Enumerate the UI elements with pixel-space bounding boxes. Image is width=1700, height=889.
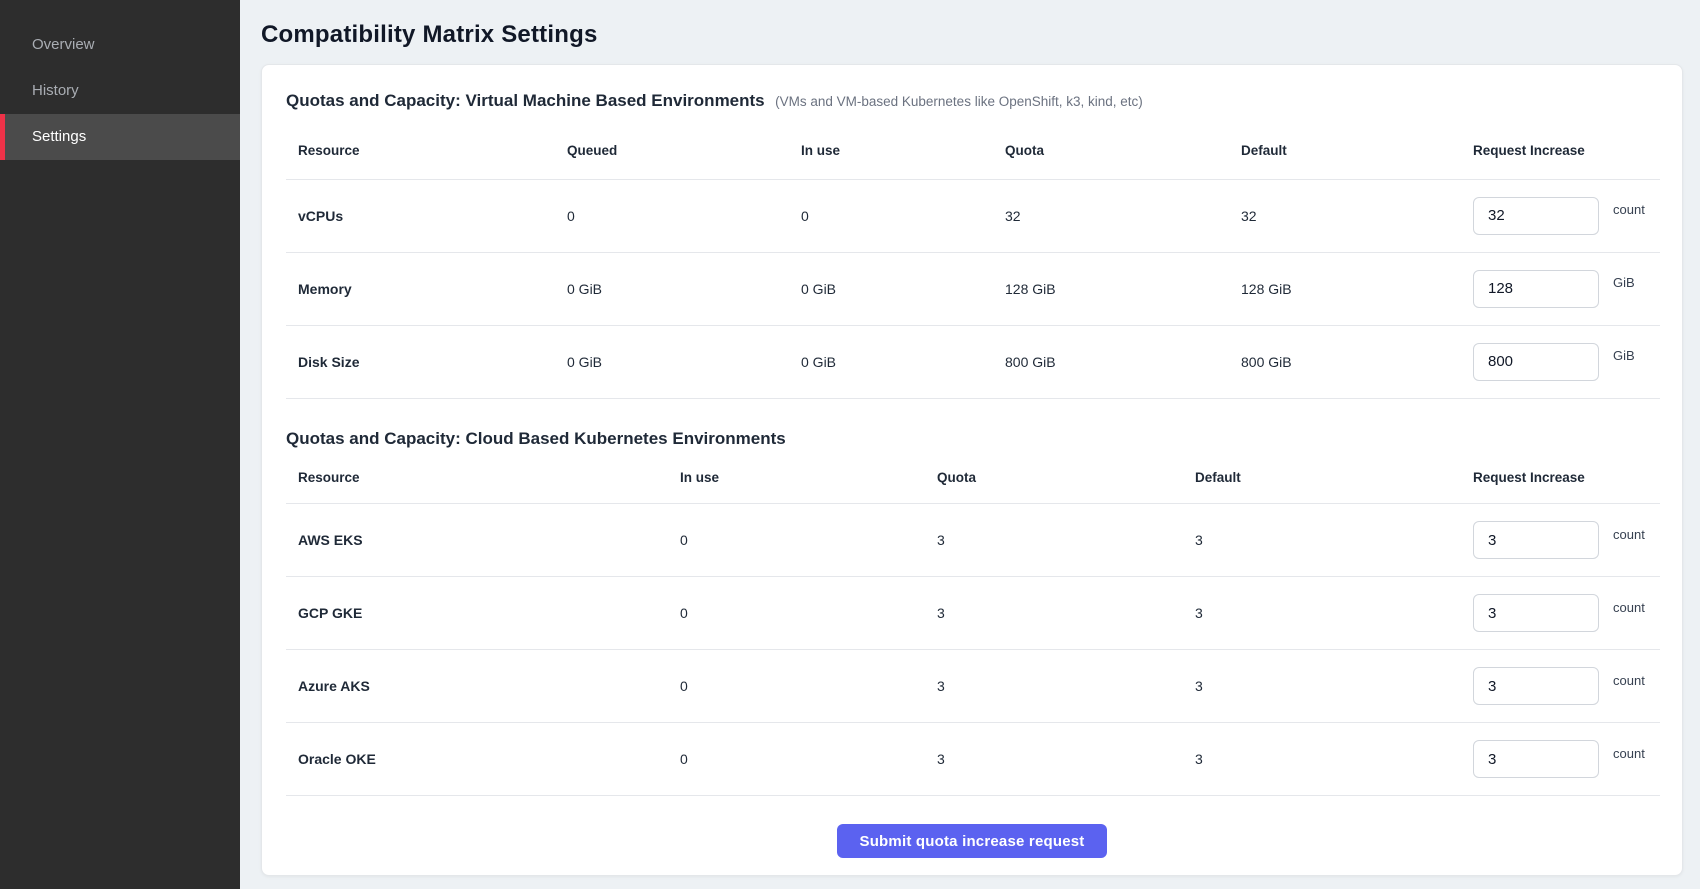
vm-quota-table: Resource Queued In use Quota Default Req… <box>286 122 1660 399</box>
quota-settings-card: Quotas and Capacity: Virtual Machine Bas… <box>261 64 1683 876</box>
cloud-quota-table: Resource In use Quota Default Request In… <box>286 452 1660 797</box>
table-row-azure-aks: Azure AKS 0 3 3 count <box>286 650 1660 723</box>
resource-name: Oracle OKE <box>286 723 679 796</box>
quota-value: 3 <box>936 577 1194 650</box>
request-increase-cell: GiB <box>1472 252 1660 325</box>
request-increase-input-oracle-oke[interactable] <box>1473 740 1599 778</box>
sidebar-item-settings[interactable]: Settings <box>0 114 240 160</box>
table-header-row: Resource In use Quota Default Request In… <box>286 452 1660 504</box>
resource-name: vCPUs <box>286 179 566 252</box>
column-header-default: Default <box>1194 452 1472 504</box>
table-row-gcp-gke: GCP GKE 0 3 3 count <box>286 577 1660 650</box>
sidebar-nav: Overview History Settings <box>0 0 240 160</box>
queued-value: 0 GiB <box>566 325 800 398</box>
request-increase-input-aws-eks[interactable] <box>1473 521 1599 559</box>
table-row-memory: Memory 0 GiB 0 GiB 128 GiB 128 GiB GiB <box>286 252 1660 325</box>
table-row-vcpus: vCPUs 0 0 32 32 count <box>286 179 1660 252</box>
column-header-quota: Quota <box>936 452 1194 504</box>
unit-label: count <box>1613 527 1645 542</box>
resource-name: Memory <box>286 252 566 325</box>
column-header-resource: Resource <box>286 452 679 504</box>
in-use-value: 0 GiB <box>800 252 1004 325</box>
table-row-oracle-oke: Oracle OKE 0 3 3 count <box>286 723 1660 796</box>
sidebar: Overview History Settings <box>0 0 240 889</box>
default-value: 3 <box>1194 723 1472 796</box>
unit-label: count <box>1613 600 1645 615</box>
column-header-resource: Resource <box>286 122 566 179</box>
section-subtitle: (VMs and VM-based Kubernetes like OpenSh… <box>775 94 1143 109</box>
column-header-request-increase: Request Increase <box>1472 122 1660 179</box>
sidebar-item-history[interactable]: History <box>0 68 240 114</box>
column-header-in-use: In use <box>800 122 1004 179</box>
quota-value: 3 <box>936 650 1194 723</box>
default-value: 800 GiB <box>1240 325 1472 398</box>
resource-name: GCP GKE <box>286 577 679 650</box>
in-use-value: 0 <box>679 504 936 577</box>
request-increase-input-disk-size[interactable] <box>1473 343 1599 381</box>
resource-name: Azure AKS <box>286 650 679 723</box>
request-increase-input-gcp-gke[interactable] <box>1473 594 1599 632</box>
in-use-value: 0 <box>800 179 1004 252</box>
section-title: Quotas and Capacity: Cloud Based Kuberne… <box>286 429 786 448</box>
unit-label: count <box>1613 673 1645 688</box>
unit-label: count <box>1613 202 1645 217</box>
unit-label: GiB <box>1613 348 1635 363</box>
main-content: Compatibility Matrix Settings Quotas and… <box>240 0 1700 876</box>
table-header-row: Resource Queued In use Quota Default Req… <box>286 122 1660 179</box>
request-increase-cell: count <box>1472 577 1660 650</box>
submit-quota-increase-button[interactable]: Submit quota increase request <box>837 824 1106 858</box>
quota-value: 800 GiB <box>1004 325 1240 398</box>
sidebar-item-overview[interactable]: Overview <box>0 22 240 68</box>
quota-value: 32 <box>1004 179 1240 252</box>
column-header-in-use: In use <box>679 452 936 504</box>
request-increase-cell: count <box>1472 179 1660 252</box>
table-row-aws-eks: AWS EKS 0 3 3 count <box>286 504 1660 577</box>
default-value: 32 <box>1240 179 1472 252</box>
in-use-value: 0 GiB <box>800 325 1004 398</box>
request-increase-input-azure-aks[interactable] <box>1473 667 1599 705</box>
queued-value: 0 GiB <box>566 252 800 325</box>
request-increase-cell: count <box>1472 504 1660 577</box>
request-increase-input-vcpus[interactable] <box>1473 197 1599 235</box>
column-header-request-increase: Request Increase <box>1472 452 1660 504</box>
default-value: 3 <box>1194 504 1472 577</box>
resource-name: Disk Size <box>286 325 566 398</box>
request-increase-cell: count <box>1472 723 1660 796</box>
column-header-quota: Quota <box>1004 122 1240 179</box>
page-title: Compatibility Matrix Settings <box>261 20 1683 50</box>
table-row-disk-size: Disk Size 0 GiB 0 GiB 800 GiB 800 GiB Gi… <box>286 325 1660 398</box>
request-increase-cell: count <box>1472 650 1660 723</box>
in-use-value: 0 <box>679 723 936 796</box>
section-heading-vm: Quotas and Capacity: Virtual Machine Bas… <box>286 89 1658 114</box>
quota-value: 3 <box>936 723 1194 796</box>
request-increase-input-memory[interactable] <box>1473 270 1599 308</box>
default-value: 3 <box>1194 577 1472 650</box>
unit-label: count <box>1613 746 1645 761</box>
default-value: 3 <box>1194 650 1472 723</box>
queued-value: 0 <box>566 179 800 252</box>
quota-value: 128 GiB <box>1004 252 1240 325</box>
column-header-default: Default <box>1240 122 1472 179</box>
card-footer: Submit quota increase request <box>286 796 1658 875</box>
unit-label: GiB <box>1613 275 1635 290</box>
in-use-value: 0 <box>679 577 936 650</box>
in-use-value: 0 <box>679 650 936 723</box>
column-header-queued: Queued <box>566 122 800 179</box>
quota-value: 3 <box>936 504 1194 577</box>
resource-name: AWS EKS <box>286 504 679 577</box>
request-increase-cell: GiB <box>1472 325 1660 398</box>
default-value: 128 GiB <box>1240 252 1472 325</box>
section-heading-cloud: Quotas and Capacity: Cloud Based Kuberne… <box>286 427 1658 452</box>
section-title: Quotas and Capacity: Virtual Machine Bas… <box>286 91 765 110</box>
